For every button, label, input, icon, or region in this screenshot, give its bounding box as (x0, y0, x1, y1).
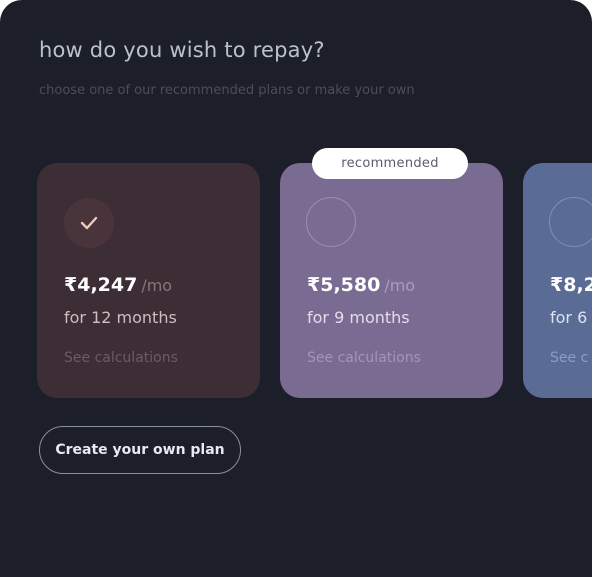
selected-check-icon (64, 198, 114, 248)
page-title: how do you wish to repay? (39, 38, 325, 62)
plan-amount: ₹4,247/mo (64, 274, 172, 296)
page-subtitle: choose one of our recommended plans or m… (39, 83, 415, 98)
plan-card-6-months[interactable]: ₹8,2 for 6 See c (523, 163, 592, 398)
repay-panel: how do you wish to repay? choose one of … (0, 0, 592, 577)
create-own-plan-button[interactable]: Create your own plan (39, 426, 241, 474)
plan-amount-period: /mo (384, 276, 416, 295)
plan-amount-value: ₹5,580 (307, 274, 381, 296)
plan-amount-value: ₹4,247 (64, 274, 138, 296)
see-calculations-link[interactable]: See c (550, 350, 588, 366)
plan-card-12-months[interactable]: ₹4,247/mo for 12 months See calculations (37, 163, 260, 398)
recommended-badge: recommended (312, 148, 468, 179)
plan-amount: ₹5,580/mo (307, 274, 415, 296)
plan-duration: for 9 months (307, 308, 410, 327)
plan-amount: ₹8,2 (550, 274, 592, 296)
radio-circle-icon (306, 197, 356, 247)
plan-duration: for 6 (550, 308, 588, 327)
plan-amount-period: /mo (141, 276, 173, 295)
see-calculations-link[interactable]: See calculations (307, 350, 421, 366)
radio-circle-icon (549, 197, 592, 247)
plan-amount-value: ₹8,2 (550, 274, 592, 296)
plan-card-9-months[interactable]: ₹5,580/mo for 9 months See calculations (280, 163, 503, 398)
see-calculations-link[interactable]: See calculations (64, 350, 178, 366)
plan-duration: for 12 months (64, 308, 177, 327)
